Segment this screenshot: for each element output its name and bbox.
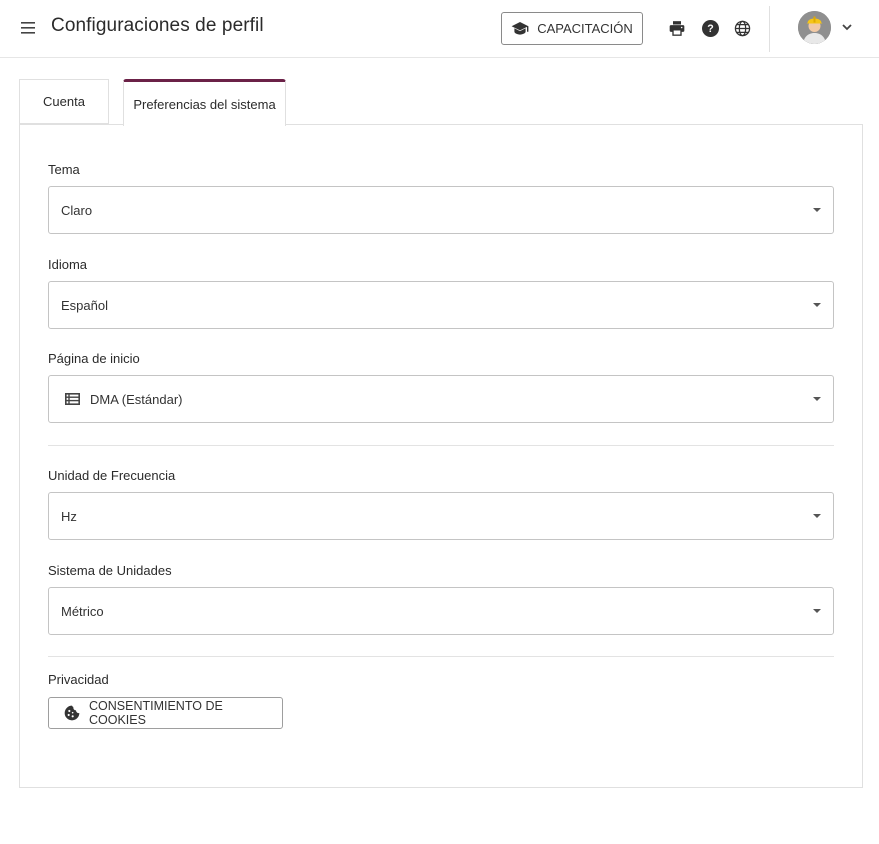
unit-system-value: Métrico <box>61 603 104 619</box>
privacy-label: Privacidad <box>48 672 109 687</box>
dropdown-arrow-icon <box>813 397 821 401</box>
frequency-unit-select[interactable]: Hz <box>48 492 834 540</box>
graduation-cap-icon <box>511 21 529 36</box>
list-icon <box>64 392 80 406</box>
theme-select[interactable]: Claro <box>48 186 834 234</box>
svg-text:?: ? <box>707 23 713 35</box>
home-page-label: Página de inicio <box>48 351 140 366</box>
theme-label: Tema <box>48 162 80 177</box>
language-label: Idioma <box>48 257 88 272</box>
theme-value: Claro <box>61 202 93 218</box>
chevron-down-icon[interactable] <box>840 20 854 34</box>
help-icon[interactable]: ? <box>700 18 720 38</box>
globe-icon[interactable] <box>732 18 752 38</box>
section-divider <box>48 656 834 657</box>
training-button-label: CAPACITACIÓN <box>537 21 633 36</box>
frequency-unit-value: Hz <box>61 508 77 524</box>
cookie-consent-button[interactable]: CONSENTIMIENTO DE COOKIES <box>48 697 283 729</box>
tab-cuenta[interactable]: Cuenta <box>19 79 109 124</box>
dropdown-arrow-icon <box>813 514 821 518</box>
language-value: Español <box>61 297 108 313</box>
tab-label: Cuenta <box>43 94 85 109</box>
dropdown-arrow-icon <box>813 303 821 307</box>
cookie-consent-label: CONSENTIMIENTO DE COOKIES <box>89 699 223 727</box>
header-divider <box>769 6 770 52</box>
print-icon[interactable] <box>667 18 687 38</box>
tab-label: Preferencias del sistema <box>133 96 276 112</box>
page-title: Configuraciones de perfil <box>51 15 264 36</box>
unit-system-select[interactable]: Métrico <box>48 587 834 635</box>
cookie-icon <box>64 705 80 721</box>
app-header: Configuraciones de perfil CAPACITACIÓN ? <box>0 0 879 58</box>
section-divider <box>48 445 834 446</box>
training-button[interactable]: CAPACITACIÓN <box>501 12 643 45</box>
dropdown-arrow-icon <box>813 208 821 212</box>
tab-preferencias-del-sistema[interactable]: Preferencias del sistema <box>123 79 286 126</box>
avatar[interactable] <box>798 11 831 44</box>
language-select[interactable]: Español <box>48 281 834 329</box>
home-page-select[interactable]: DMA (Estándar) <box>48 375 834 423</box>
home-page-value: DMA (Estándar) <box>90 391 183 407</box>
menu-icon[interactable] <box>18 17 38 39</box>
unit-system-label: Sistema de Unidades <box>48 563 172 578</box>
dropdown-arrow-icon <box>813 609 821 613</box>
frequency-unit-label: Unidad de Frecuencia <box>48 468 176 483</box>
